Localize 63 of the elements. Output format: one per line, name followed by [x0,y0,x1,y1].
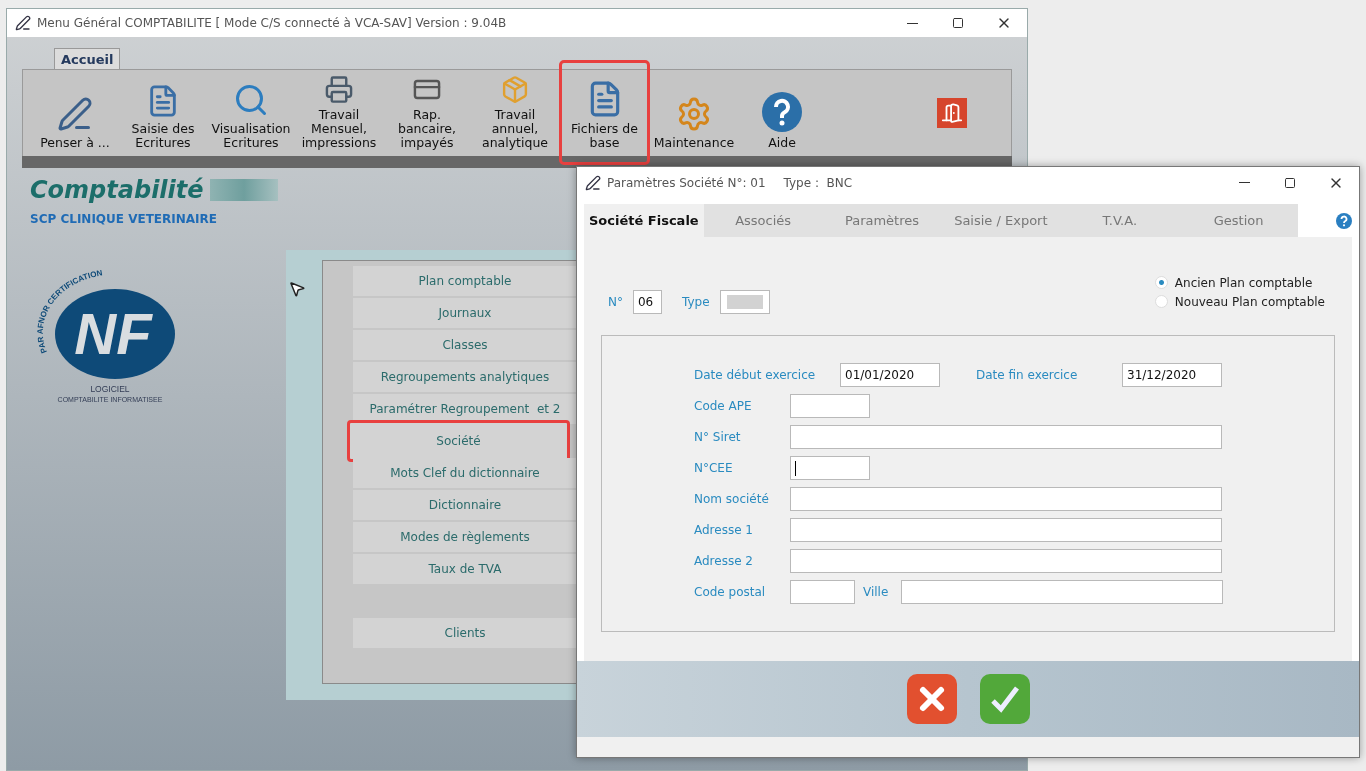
gears-icon [676,96,712,132]
search-icon [233,82,269,118]
help-icon [762,92,802,132]
dialog-type: Type : BNC [783,175,853,190]
help-icon[interactable] [1336,212,1352,229]
input-field[interactable] [790,425,1222,449]
pen-icon [15,15,31,31]
minimize-icon [906,22,918,24]
field-label: Adresse 2 [694,554,754,568]
toolbar-button[interactable]: Penser à ... [31,72,119,156]
field-label: Nom société [694,492,770,506]
field-label: Code postal [694,585,767,599]
field-label: Date début exercice [694,368,817,382]
blurred-area [209,179,278,201]
confirm-button[interactable] [979,674,1030,724]
toolbar-button[interactable]: Aide [738,72,826,156]
pen-icon [585,174,601,191]
exit-button[interactable] [937,98,967,128]
type-field[interactable] [719,290,770,314]
field-label: Code APE [694,399,753,413]
field-label: N°CEE [694,461,734,475]
input-field[interactable] [790,549,1222,573]
toolbar-button[interactable]: Travail Mensuel, impressions [295,72,383,156]
company-name: SCP CLINIQUE VETERINAIRE [30,212,218,226]
logo-caption: LOGICIEL [90,384,130,394]
radio-button[interactable] [1154,295,1168,308]
maximize-icon [1284,176,1296,189]
minimize-icon [1238,182,1250,183]
field-label: Type [682,295,710,309]
toolbar-button[interactable]: Maintenance [650,72,738,156]
field-label: Date fin exercice [976,368,1079,382]
field-label: Ville [863,585,890,599]
input-field[interactable] [790,394,870,418]
mouse-pointer-icon [288,280,306,298]
input-field[interactable] [790,487,1222,511]
input-field[interactable]: 31/12/2020 [1122,363,1222,387]
dialog-title: Paramètres Société N°: 01 [607,175,766,190]
pen-icon [57,96,93,132]
input-field[interactable] [790,456,870,480]
blurred-area [726,295,763,309]
input-field[interactable] [790,580,855,604]
toolbar-button[interactable]: Saisie des Ecritures [119,72,207,156]
app-heading: Comptabilité [30,176,204,204]
radio-label: Ancien Plan comptable [1174,275,1313,290]
toolbar-button[interactable]: Rap. bancaire, impayés [383,72,471,156]
menu-item[interactable]: Société [347,420,570,462]
field-label: N° Siret [694,430,742,444]
input-field[interactable]: 01/01/2020 [840,363,940,387]
ribbon-tab[interactable]: Accueil [54,48,121,69]
window-title: Menu Général COMPTABILITE [ Mode C/S connecté à VCA-SAV] Version : 9.04B [37,16,507,30]
logo-mark: NF [74,301,152,366]
field-label: Adresse 1 [694,523,754,537]
toolbar-button[interactable]: Fichiers de base [559,60,650,165]
toolbar-button[interactable]: Travail annuel, analytique [471,72,559,156]
radio-label: Nouveau Plan comptable [1174,294,1325,309]
maximize-icon [952,17,964,29]
toolbar-button[interactable]: Visualisation Ecritures [207,72,295,156]
cancel-button[interactable] [906,674,957,724]
radio-button[interactable] [1154,276,1168,289]
number-field[interactable]: 06 [633,290,662,314]
input-field[interactable] [901,580,1223,604]
tab[interactable]: Société Fiscale [584,204,704,237]
input-field[interactable] [790,518,1222,542]
